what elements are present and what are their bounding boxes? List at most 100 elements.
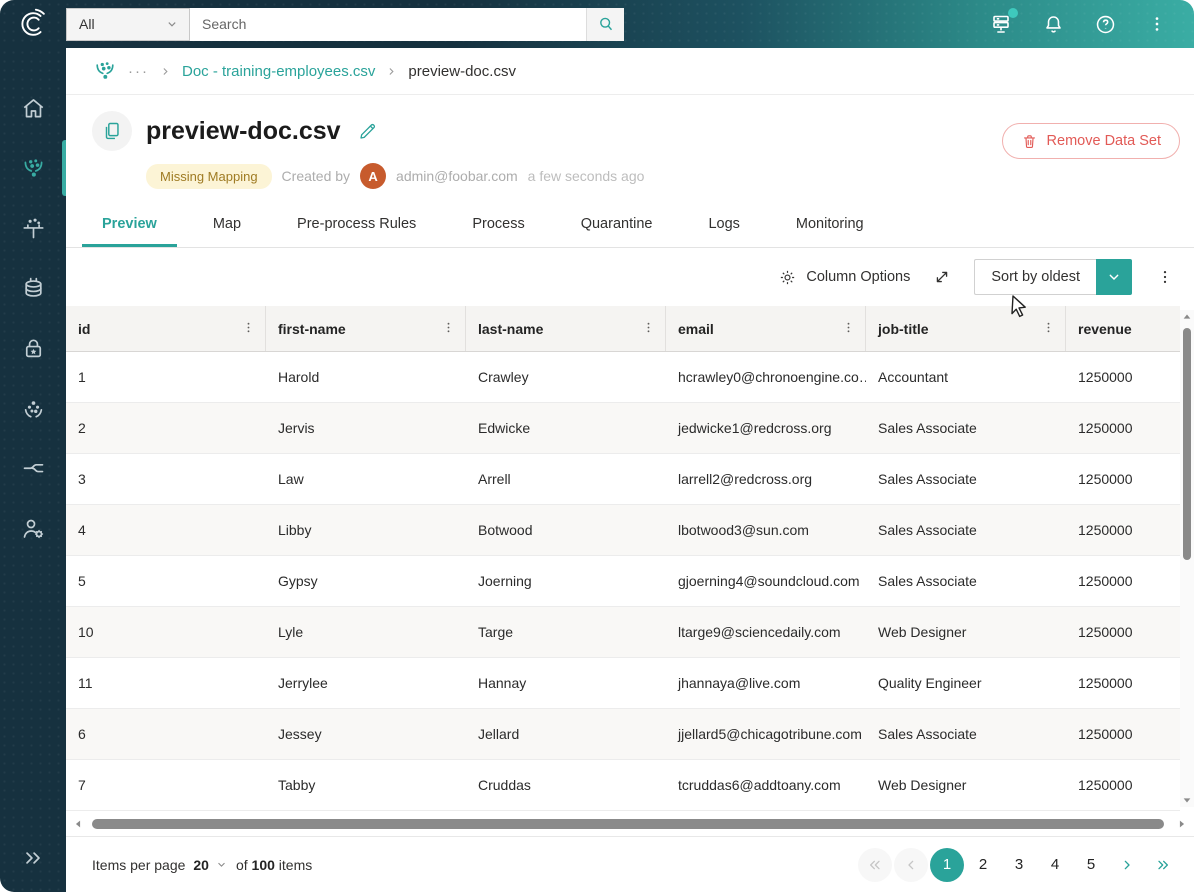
page-button-2[interactable]: 2 (966, 848, 1000, 882)
scroll-right-arrow[interactable] (1174, 816, 1190, 832)
column-header-job-title: job-title (866, 306, 1066, 351)
vertical-scrollbar[interactable] (1180, 310, 1194, 807)
data-table: id first-name last-name email job-title (66, 306, 1194, 811)
items-total: of 100 items (236, 857, 312, 873)
tab-preview[interactable]: Preview (74, 200, 185, 247)
sidebar-item-management[interactable] (0, 378, 66, 438)
column-menu-icon[interactable] (1040, 319, 1057, 339)
table-cell: Harold (278, 369, 320, 385)
sidebar-item-enrichment[interactable] (0, 198, 66, 258)
chevron-down-icon (168, 22, 176, 27)
table-cell: Sales Associate (878, 726, 977, 742)
status-badge: Missing Mapping (146, 163, 272, 189)
table-cell: 1250000 (1078, 522, 1133, 538)
table-more-menu-icon[interactable] (1152, 268, 1178, 286)
column-options-label: Column Options (806, 269, 911, 285)
page-button-1[interactable]: 1 (930, 847, 964, 882)
last-page-button[interactable] (1146, 848, 1180, 882)
column-header-label: revenue (1078, 320, 1132, 337)
sort-dropdown[interactable]: Sort by oldest (974, 259, 1132, 295)
pagination-bar: Items per page 20 of 100 items 1 2 3 4 5 (66, 836, 1194, 892)
tab-monitoring[interactable]: Monitoring (768, 200, 892, 247)
table-toolbar: Column Options Sort by oldest (66, 248, 1194, 306)
sidebar-item-governance[interactable] (0, 318, 66, 378)
pencil-icon (359, 123, 375, 139)
breadcrumb-parent-link[interactable]: Doc - training-employees.csv (182, 63, 375, 80)
column-header-label: last-name (478, 320, 544, 337)
copy-document-icon (105, 122, 119, 140)
column-header-first-name: first-name (266, 306, 466, 351)
tab-pre-process-rules[interactable]: Pre-process Rules (269, 200, 444, 247)
table-cell: Web Designer (878, 777, 967, 793)
page-button-4[interactable]: 4 (1038, 848, 1072, 882)
column-options-button[interactable]: Column Options (778, 268, 910, 287)
tab-process[interactable]: Process (444, 200, 552, 247)
prev-page-button[interactable] (894, 847, 928, 882)
table-cell: 1250000 (1078, 777, 1133, 793)
tab-map[interactable]: Map (185, 200, 269, 247)
table-cell: Sales Associate (878, 420, 977, 436)
horizontal-scrollbar[interactable] (66, 811, 1194, 836)
table-cell: 1250000 (1078, 420, 1133, 436)
next-page-button[interactable] (1110, 848, 1144, 882)
table-cell: Hannay (478, 675, 527, 691)
edit-title-icon[interactable] (357, 121, 378, 142)
page-button-5[interactable]: 5 (1074, 848, 1108, 882)
tab-logs[interactable]: Logs (680, 200, 767, 247)
column-menu-icon[interactable] (240, 319, 257, 339)
horizontal-scrollbar-track[interactable] (86, 817, 1174, 831)
help-icon[interactable] (1092, 11, 1118, 37)
chevron-right-icon (385, 65, 398, 78)
breadcrumb-ellipsis[interactable]: ··· (128, 63, 149, 80)
column-menu-icon[interactable] (440, 319, 457, 339)
table-cell: 1250000 (1078, 624, 1133, 640)
tab-quarantine[interactable]: Quarantine (553, 200, 681, 247)
search-input[interactable] (190, 7, 586, 41)
vertical-scrollbar-thumb[interactable] (1183, 328, 1191, 560)
column-header-id: id (66, 306, 266, 351)
scroll-down-arrow[interactable] (1180, 793, 1194, 807)
table-cell: Accountant (878, 369, 949, 385)
first-page-button[interactable] (858, 847, 892, 882)
expand-table-icon[interactable] (932, 267, 952, 287)
sort-dropdown-chevron[interactable] (1096, 259, 1132, 295)
search-button[interactable] (586, 7, 624, 41)
streams-icon (23, 463, 43, 472)
remove-data-set-button[interactable]: Remove Data Set (1001, 123, 1180, 159)
cluedin-logo[interactable] (0, 7, 66, 41)
table-cell: 4 (78, 522, 86, 538)
bell-icon[interactable] (1040, 11, 1066, 37)
items-per-page: Items per page 20 of 100 items (92, 857, 312, 873)
sidebar-item-streams[interactable] (0, 438, 66, 498)
server-status-icon[interactable] (988, 8, 1018, 37)
table-body: 1 Harold Crawley hcrawley0@chronoengine.co…… (66, 352, 1194, 811)
cluedin-logo-icon (21, 8, 45, 36)
table-cell: 6 (78, 726, 86, 742)
table-cell: jedwicke1@redcross.org (678, 420, 832, 436)
sidebar-item-administration[interactable] (0, 498, 66, 558)
column-header-revenue: revenue (1066, 306, 1180, 351)
horizontal-scrollbar-thumb[interactable] (92, 818, 1164, 829)
sidebar-item-data-catalog[interactable] (0, 258, 66, 318)
global-search: All (66, 7, 624, 41)
page-button-3[interactable]: 3 (1002, 848, 1036, 882)
column-menu-icon[interactable] (640, 319, 657, 339)
more-menu-icon[interactable] (1144, 11, 1170, 37)
pager: 1 2 3 4 5 (858, 847, 1180, 882)
sidebar-item-home[interactable] (0, 78, 66, 138)
column-header-last-name: last-name (466, 306, 666, 351)
breadcrumb-current: preview-doc.csv (408, 62, 516, 80)
column-header-label: email (678, 320, 714, 337)
items-per-page-label: Items per page (92, 856, 186, 873)
search-scope-select[interactable]: All (66, 7, 190, 41)
sidebar-item-data-sources[interactable] (0, 138, 66, 198)
scroll-up-arrow[interactable] (1180, 310, 1194, 324)
chevron-down-icon (218, 862, 225, 867)
administration-icon (23, 519, 43, 538)
table-cell: 3 (78, 471, 86, 487)
total-items-value: 100 (251, 856, 275, 873)
items-per-page-select[interactable]: 20 (193, 857, 228, 873)
sidebar-expand-button[interactable] (20, 845, 46, 876)
column-menu-icon[interactable] (840, 319, 857, 339)
scroll-left-arrow[interactable] (70, 816, 86, 832)
